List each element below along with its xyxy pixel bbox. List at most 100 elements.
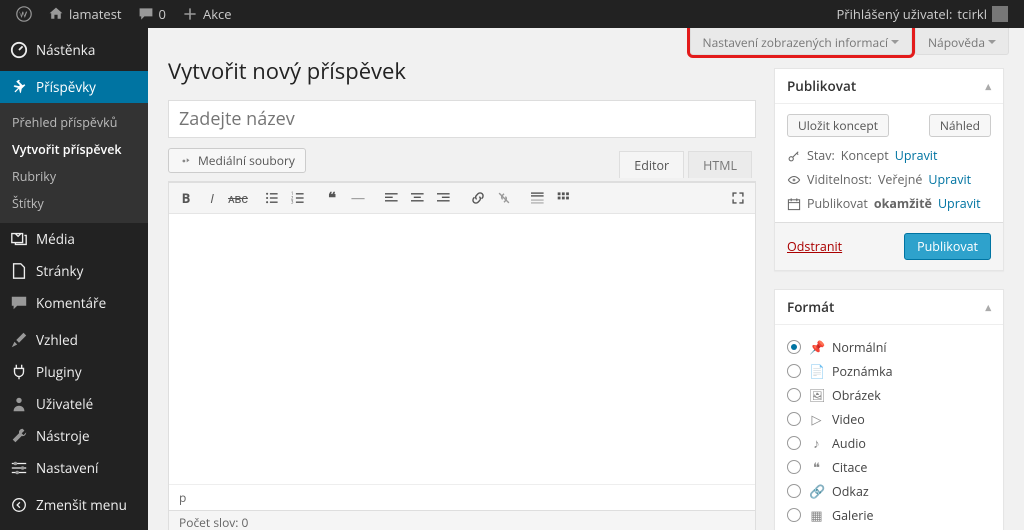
comment-icon bbox=[138, 6, 154, 22]
number-list-button[interactable]: 123 bbox=[285, 186, 311, 210]
editor-path: p bbox=[169, 484, 755, 510]
post-title-input[interactable] bbox=[168, 100, 756, 138]
menu-appearance[interactable]: Vzhled bbox=[0, 324, 148, 356]
comments-link[interactable]: 0 bbox=[130, 0, 174, 28]
plus-icon bbox=[182, 6, 198, 22]
format-audio[interactable]: ♪ Audio bbox=[787, 431, 991, 455]
menu-plugins[interactable]: Pluginy bbox=[0, 356, 148, 388]
sliders-icon bbox=[10, 459, 28, 477]
site-link[interactable]: lamatest bbox=[40, 0, 130, 28]
menu-settings[interactable]: Nastavení bbox=[0, 452, 148, 484]
menu-posts[interactable]: Příspěvky bbox=[0, 71, 148, 103]
strike-button[interactable]: ᴀʙᴄ bbox=[225, 186, 251, 210]
preview-button[interactable]: Náhled bbox=[929, 114, 991, 137]
pin-icon bbox=[10, 78, 28, 96]
format-standard[interactable]: 📌Normální bbox=[787, 335, 991, 359]
delete-link[interactable]: Odstranit bbox=[787, 238, 842, 255]
bullet-list-button[interactable] bbox=[259, 186, 285, 210]
add-new-label: Akce bbox=[203, 5, 232, 23]
format-type-icon: 🔗 bbox=[809, 482, 824, 500]
edit-schedule-link[interactable]: Upravit bbox=[938, 195, 981, 212]
sub-tags[interactable]: Štítky bbox=[0, 190, 148, 217]
italic-button[interactable]: I bbox=[199, 186, 225, 210]
radio-icon bbox=[787, 388, 801, 402]
menu-media[interactable]: Média bbox=[0, 223, 148, 255]
unlink-button[interactable] bbox=[491, 186, 517, 210]
radio-icon bbox=[787, 412, 801, 426]
sub-add-post[interactable]: Vytvořit příspěvek bbox=[0, 136, 148, 163]
tab-text[interactable]: HTML bbox=[688, 151, 752, 178]
collapse-icon bbox=[10, 496, 28, 514]
format-gallery[interactable]: ▦Galerie bbox=[787, 503, 991, 527]
svg-text:3: 3 bbox=[291, 201, 294, 205]
screen-options-tab[interactable]: Nastavení zobrazených informací bbox=[690, 28, 912, 55]
publish-button[interactable]: Publikovat bbox=[904, 233, 991, 260]
sub-all-posts[interactable]: Přehled příspěvků bbox=[0, 109, 148, 136]
publish-box: Publikovat▴ Uložit koncept Náhled Stav: … bbox=[774, 68, 1004, 271]
format-quote[interactable]: ❝ Citace bbox=[787, 455, 991, 479]
save-draft-button[interactable]: Uložit koncept bbox=[787, 114, 889, 137]
editor-body[interactable] bbox=[169, 214, 755, 484]
key-icon bbox=[787, 149, 801, 163]
tab-visual[interactable]: Editor bbox=[619, 151, 684, 178]
hr-button[interactable]: — bbox=[345, 186, 371, 210]
media-icon bbox=[10, 230, 28, 248]
more-button[interactable] bbox=[525, 186, 551, 210]
radio-icon bbox=[787, 364, 801, 378]
format-type-icon: ♪ bbox=[809, 434, 824, 452]
add-media-button[interactable]: Mediální soubory bbox=[168, 148, 306, 173]
page-heading: Vytvořit nový příspěvek bbox=[168, 56, 756, 86]
visibility-row: Viditelnost: Veřejné Upravit bbox=[787, 171, 991, 188]
radio-icon bbox=[787, 508, 801, 522]
home-icon bbox=[48, 6, 64, 22]
calendar-icon bbox=[787, 197, 801, 211]
radio-icon bbox=[787, 436, 801, 450]
format-video[interactable]: ▷ Video bbox=[787, 407, 991, 431]
align-center-button[interactable] bbox=[405, 186, 431, 210]
wrench-icon bbox=[10, 427, 28, 445]
sub-categories[interactable]: Rubriky bbox=[0, 163, 148, 190]
format-aside[interactable]: 📄Poznámka bbox=[787, 359, 991, 383]
menu-dashboard[interactable]: Nástěnka bbox=[0, 34, 148, 66]
publish-box-header[interactable]: Publikovat▴ bbox=[775, 69, 1003, 104]
edit-visibility-link[interactable]: Upravit bbox=[928, 171, 971, 188]
user-menu[interactable]: Přihlášený uživatel: tcirkl bbox=[828, 0, 1016, 28]
logged-in-prefix: Přihlášený uživatel: bbox=[836, 5, 952, 23]
format-box-header[interactable]: Formát▴ bbox=[775, 290, 1003, 325]
align-left-button[interactable] bbox=[379, 186, 405, 210]
eye-icon bbox=[787, 173, 801, 187]
fullscreen-button[interactable] bbox=[725, 186, 751, 210]
format-type-icon: ❝ bbox=[809, 458, 824, 476]
edit-status-link[interactable]: Upravit bbox=[895, 147, 938, 164]
menu-users[interactable]: Uživatelé bbox=[0, 388, 148, 420]
radio-icon bbox=[787, 484, 801, 498]
content-area: Nastavení zobrazených informací Nápověda… bbox=[148, 28, 1024, 530]
format-image[interactable]: 🖼Obrázek bbox=[787, 383, 991, 407]
format-type-icon: ▷ bbox=[809, 410, 824, 428]
editor: B I ᴀʙᴄ 123 ❝ — bbox=[168, 181, 756, 511]
format-label: Audio bbox=[832, 435, 866, 452]
align-right-button[interactable] bbox=[431, 186, 457, 210]
comments-count: 0 bbox=[159, 5, 166, 23]
wp-logo[interactable] bbox=[8, 0, 40, 28]
format-type-icon: 📄 bbox=[809, 362, 824, 380]
collapse-menu[interactable]: Zmenšit menu bbox=[0, 489, 148, 521]
chevron-down-icon bbox=[988, 40, 996, 48]
page-icon bbox=[10, 262, 28, 280]
kitchen-sink-button[interactable] bbox=[551, 186, 577, 210]
admin-bar: lamatest 0 Akce Přihlášený uživatel: tci… bbox=[0, 0, 1024, 28]
media-icon bbox=[179, 154, 193, 168]
format-label: Video bbox=[832, 411, 865, 428]
format-label: Citace bbox=[832, 459, 867, 476]
menu-pages[interactable]: Stránky bbox=[0, 255, 148, 287]
bold-button[interactable]: B bbox=[173, 186, 199, 210]
quote-button[interactable]: ❝ bbox=[319, 186, 345, 210]
menu-tools[interactable]: Nástroje bbox=[0, 420, 148, 452]
format-label: Odkaz bbox=[832, 483, 869, 500]
add-new[interactable]: Akce bbox=[174, 0, 240, 28]
help-tab[interactable]: Nápověda bbox=[915, 28, 1009, 55]
schedule-row: Publikovat okamžitě Upravit bbox=[787, 195, 991, 212]
link-button[interactable] bbox=[465, 186, 491, 210]
format-link[interactable]: 🔗 Odkaz bbox=[787, 479, 991, 503]
menu-comments[interactable]: Komentáře bbox=[0, 287, 148, 319]
